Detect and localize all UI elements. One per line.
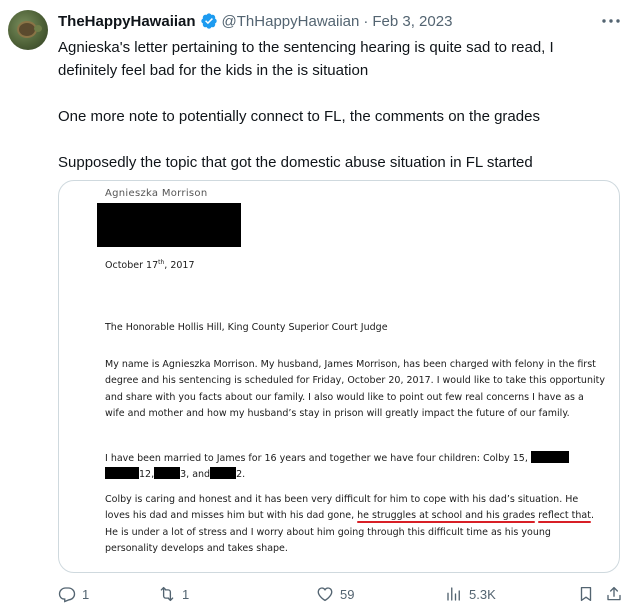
bookmark-icon [580, 586, 592, 602]
redaction-block [154, 467, 181, 480]
tweet-paragraph: Agnieska's letter pertaining to the sent… [58, 39, 554, 79]
bookmark-button[interactable] [577, 583, 595, 605]
views-button[interactable]: 5.3K [445, 583, 496, 605]
verified-badge-icon [200, 13, 217, 29]
avatar[interactable] [8, 10, 48, 50]
views-count: 5.3K [469, 586, 496, 602]
letter-paragraph-2: I have been married to James for 16 year… [105, 451, 605, 484]
letter-date-year: , 2017 [164, 260, 195, 272]
handle[interactable]: @ThHappyHawaiian [222, 13, 360, 30]
letter-author: Agnieszka Morrison [105, 188, 208, 199]
retweet-count: 1 [182, 586, 190, 602]
letter-document: Agnieszka Morrison October 17th, 2017 Th… [59, 181, 619, 572]
letter-paragraph-1: My name is Agnieszka Morrison. My husban… [105, 359, 605, 420]
letter-date-month-day: October 17 [105, 260, 159, 272]
letter-paragraph-3: Colby is caring and honest and it has be… [105, 492, 605, 558]
reply-icon [58, 587, 76, 603]
tweet-header: TheHappyHawaiian @ThHappyHawaiian · Feb … [58, 10, 452, 32]
tweet-paragraph: One more note to potentially connect to … [58, 108, 540, 125]
redaction-block [210, 467, 237, 480]
letter-p2-text-a: I have been married to James for 16 year… [105, 453, 528, 464]
letter-p2-text-c: 3, and [180, 469, 211, 481]
underlined-grades-text: he struggles at school and his grades [357, 510, 536, 522]
tweet-date[interactable]: Feb 3, 2023 [372, 13, 452, 30]
reply-count: 1 [82, 586, 90, 602]
separator-dot: · [363, 12, 369, 30]
share-button[interactable] [605, 583, 623, 605]
more-icon[interactable] [600, 12, 622, 30]
redaction-block [530, 451, 569, 463]
letter-date: October 17th, 2017 [105, 259, 195, 271]
reply-button[interactable]: 1 [58, 583, 89, 605]
underlined-reflect-text: reflect that [538, 510, 591, 522]
like-button[interactable]: 59 [316, 583, 354, 605]
action-bar: 1 1 59 5.3K [58, 583, 623, 605]
tweet-image[interactable]: Agnieszka Morrison October 17th, 2017 Th… [58, 180, 620, 573]
tweet-paragraph: Supposedly the topic that got the domest… [58, 154, 533, 171]
redaction-block [105, 467, 139, 480]
share-icon [607, 586, 621, 601]
redaction-block [97, 203, 241, 247]
letter-salutation: The Honorable Hollis Hill, King County S… [105, 322, 388, 333]
letter-p2-text-b: 12, [139, 469, 155, 481]
retweet-button[interactable]: 1 [158, 583, 189, 605]
like-count: 59 [340, 586, 355, 602]
letter-p2-text-d: 2. [236, 469, 246, 481]
views-icon [447, 587, 460, 601]
display-name[interactable]: TheHappyHawaiian [58, 13, 196, 30]
retweet-icon [160, 586, 174, 602]
tweet-text: Agnieska's letter pertaining to the sent… [58, 36, 613, 174]
tweet[interactable]: TheHappyHawaiian @ThHappyHawaiian · Feb … [0, 0, 631, 613]
like-icon [317, 587, 333, 602]
turtle-head-shape [34, 25, 42, 32]
